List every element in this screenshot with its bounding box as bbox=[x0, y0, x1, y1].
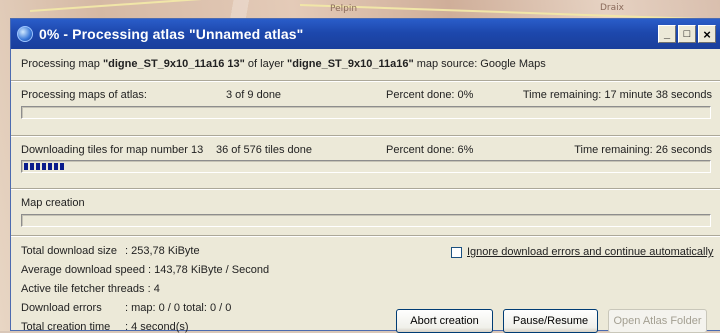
stat-label: Average download speed : 143,78 KiByte /… bbox=[21, 264, 269, 276]
map-creation-progress-bar bbox=[21, 214, 711, 227]
ignore-errors-label[interactable]: Ignore download errors and continue auto… bbox=[467, 246, 713, 258]
processing-dialog: 0% - Processing atlas "Unnamed atlas" _ … bbox=[10, 18, 720, 333]
abort-creation-button[interactable]: Abort creation bbox=[396, 309, 493, 333]
stat-label-text: Active tile fetcher threads bbox=[21, 283, 145, 295]
close-button[interactable]: × bbox=[698, 25, 716, 43]
minimize-button[interactable]: _ bbox=[658, 25, 676, 43]
divider bbox=[11, 80, 720, 82]
ignore-errors-checkbox[interactable] bbox=[451, 246, 462, 258]
maps-of-atlas-time: Time remaining: 17 minute 38 seconds bbox=[522, 89, 712, 101]
stat-label: Total creation time bbox=[21, 321, 111, 333]
maps-of-atlas-progress-bar bbox=[21, 106, 711, 119]
stat-label: Download errors bbox=[21, 302, 102, 314]
tiles-percent: Percent done: 6% bbox=[386, 144, 474, 156]
maps-of-atlas-count: 3 of 9 done bbox=[226, 89, 282, 101]
maps-of-atlas-percent: Percent done: 0% bbox=[386, 89, 474, 101]
app-globe-icon bbox=[17, 26, 33, 42]
stat-value: : 253,78 KiByte bbox=[125, 245, 200, 257]
processing-mid: of layer bbox=[244, 58, 288, 70]
dialog-content: Processing map "digne_ST_9x10_11a16 13" … bbox=[11, 49, 720, 333]
processing-status-line: Processing map "digne_ST_9x10_11a16 13" … bbox=[21, 58, 546, 70]
tiles-time: Time remaining: 26 seconds bbox=[574, 144, 712, 156]
tiles-count: 36 of 576 tiles done bbox=[216, 144, 313, 156]
tiles-label: Downloading tiles for map number 13 bbox=[21, 144, 204, 156]
ignore-errors-option[interactable]: Ignore download errors and continue auto… bbox=[451, 246, 713, 258]
map-place-label: Draix bbox=[600, 3, 624, 13]
stat-label-text: Average download speed bbox=[21, 264, 145, 276]
open-atlas-folder-button[interactable]: Open Atlas Folder bbox=[608, 309, 707, 333]
processing-suffix: map source: Google Maps bbox=[413, 58, 546, 70]
divider bbox=[11, 188, 720, 190]
maximize-button[interactable]: □ bbox=[678, 25, 696, 43]
stat-value: : 4 second(s) bbox=[125, 321, 189, 333]
divider bbox=[11, 135, 720, 137]
processing-prefix: Processing map bbox=[21, 58, 103, 70]
window-controls: _ □ × bbox=[658, 25, 716, 43]
tiles-progress-bar bbox=[21, 160, 711, 173]
stat-value: : map: 0 / 0 total: 0 / 0 bbox=[125, 302, 232, 314]
pause-resume-button[interactable]: Pause/Resume bbox=[503, 309, 598, 333]
divider bbox=[11, 235, 720, 237]
map-place-label: Pelpin bbox=[330, 4, 358, 14]
stat-value: : 4 bbox=[147, 283, 160, 295]
maps-of-atlas-label: Processing maps of atlas: bbox=[21, 89, 147, 101]
processing-layer-name: "digne_ST_9x10_11a16" bbox=[287, 58, 414, 70]
stat-label: Active tile fetcher threads : 4 bbox=[21, 283, 160, 295]
map-creation-label: Map creation bbox=[21, 197, 85, 209]
title-bar[interactable]: 0% - Processing atlas "Unnamed atlas" _ … bbox=[11, 19, 720, 49]
stat-value: : 143,78 KiByte / Second bbox=[148, 264, 270, 276]
stat-label: Total download size bbox=[21, 245, 118, 257]
processing-map-name: "digne_ST_9x10_11a16 13" bbox=[102, 58, 245, 70]
map-road bbox=[29, 0, 230, 12]
tiles-progress-fill bbox=[24, 163, 65, 170]
window-title: 0% - Processing atlas "Unnamed atlas" bbox=[39, 26, 304, 42]
